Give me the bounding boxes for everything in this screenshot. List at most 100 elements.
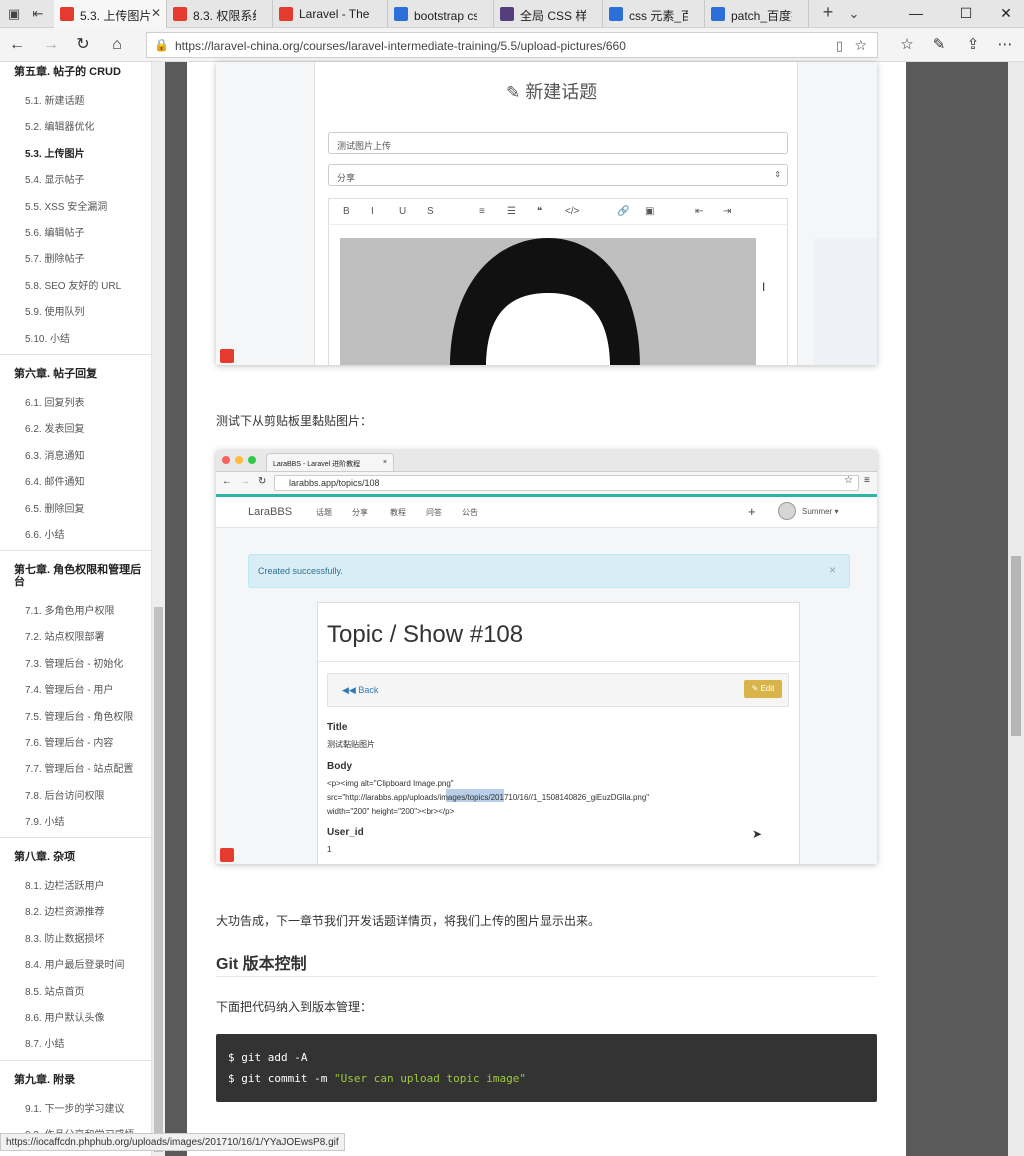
- editor-tool-icon: ≡: [479, 206, 485, 217]
- forward-icon[interactable]: →: [42, 36, 60, 54]
- close-tab-icon[interactable]: ✕: [151, 6, 161, 20]
- close-window-icon[interactable]: ✕: [996, 5, 1016, 22]
- editor-tool-icon: 🔗: [617, 206, 630, 217]
- larabbs-nav-item: 分享: [352, 508, 368, 517]
- sidebar-section-link[interactable]: 7.9. 小结: [25, 813, 64, 828]
- sidebar-section-link[interactable]: 7.3. 管理后台 - 初始化: [25, 655, 123, 670]
- category-select: 分享 ⇕: [328, 164, 788, 186]
- sidebar-section-link[interactable]: 5.6. 编辑帖子: [25, 224, 84, 239]
- maximize-icon[interactable]: ☐: [956, 5, 976, 22]
- sidebar-section-link[interactable]: 5.3. 上传图片: [25, 145, 84, 160]
- sidebar-section-link[interactable]: 5.2. 编辑器优化: [25, 118, 94, 133]
- chapter-divider: [0, 1060, 151, 1061]
- back-icon[interactable]: ←: [8, 36, 26, 54]
- favorite-star-icon[interactable]: ☆: [854, 37, 867, 54]
- sidebar-section-link[interactable]: 6.4. 邮件通知: [25, 473, 84, 488]
- sidebar-section-link[interactable]: 6.2. 发表回复: [25, 420, 84, 435]
- sidebar-section-link[interactable]: 7.7. 管理后台 - 站点配置: [25, 760, 133, 775]
- sidebar-section-link[interactable]: 6.5. 删除回复: [25, 500, 84, 515]
- home-icon[interactable]: ⌂: [108, 36, 126, 54]
- browser-tab[interactable]: 8.3. 权限系统 |: [167, 0, 273, 28]
- tab-title: css 元素_百度搜: [629, 9, 688, 23]
- sidebar-section-link[interactable]: 8.4. 用户最后登录时间: [25, 956, 124, 971]
- larabbs-navbar: LaraBBS 话题 分享 教程 问答 公告 + Summer ▾: [216, 494, 877, 528]
- topic-actions: ◀◀ Back ✎ Edit: [327, 673, 789, 707]
- sidebar-section-link[interactable]: 6.1. 回复列表: [25, 394, 84, 409]
- chapter-divider: [0, 837, 151, 838]
- sidebar-section-link[interactable]: 7.5. 管理后台 - 角色权限: [25, 708, 133, 723]
- minimize-icon[interactable]: —: [906, 5, 926, 21]
- larabbs-nav-item: 话题: [316, 508, 332, 517]
- web-note-icon[interactable]: ✎: [930, 36, 948, 54]
- tab-title: 全局 CSS 样式 ·: [520, 9, 586, 23]
- topic-heading: Topic / Show #108: [327, 621, 524, 648]
- user-menu: Summer ▾: [802, 507, 839, 516]
- sidebar-section-link[interactable]: 7.8. 后台访问权限: [25, 787, 104, 802]
- sidebar-section-link[interactable]: 5.5. XSS 安全漏洞: [25, 198, 107, 213]
- tab-title: 5.3. 上传图片: [80, 9, 150, 23]
- sidebar-section-link[interactable]: 5.1. 新建话题: [25, 92, 84, 107]
- sidebar-section-link[interactable]: 8.5. 站点首页: [25, 983, 84, 998]
- tab-favicon-icon: [394, 7, 408, 21]
- browser-tab[interactable]: 5.3. 上传图片 ✕: [54, 0, 167, 28]
- sidebar-scroll-thumb[interactable]: [154, 607, 163, 1152]
- more-icon[interactable]: ⋯: [996, 36, 1014, 54]
- sidebar-section-link[interactable]: 8.6. 用户默认头像: [25, 1009, 104, 1024]
- topic-screenshot: LaraBBS - Laravel 进阶教程 × ← → ↻ larabbs.a…: [216, 450, 877, 864]
- set-aside-tabs-icon[interactable]: ⇤: [30, 6, 46, 22]
- code-line: $ git commit -m "User can upload topic i…: [228, 1072, 527, 1085]
- sidebar-section-link[interactable]: 5.9. 使用队列: [25, 303, 84, 318]
- chapter-title: 第七章. 角色权限和管理后台: [14, 564, 142, 588]
- sidebar-section-link[interactable]: 9.1. 下一步的学习建议: [25, 1100, 124, 1115]
- browser-tab[interactable]: patch_百度搜索: [705, 0, 809, 28]
- tab-manager-icon[interactable]: ▣: [6, 6, 22, 22]
- page-gutter-left: [165, 62, 187, 1156]
- sidebar-section-link[interactable]: 6.6. 小结: [25, 526, 64, 541]
- sidebar-section-link[interactable]: 8.2. 边栏资源推荐: [25, 903, 104, 918]
- chapter-divider: [0, 550, 151, 551]
- browser-tab[interactable]: bootstrap css_百: [388, 0, 494, 28]
- sidebar-section-link[interactable]: 6.3. 消息通知: [25, 447, 84, 462]
- code-line: $ git add -A: [228, 1051, 308, 1064]
- browser-tab[interactable]: css 元素_百度搜: [603, 0, 705, 28]
- editor-tool-icon: ▣: [645, 206, 655, 217]
- page-scroll-thumb[interactable]: [1011, 556, 1021, 736]
- chapter-title: 第六章. 帖子回复: [14, 368, 98, 380]
- sidebar-section-link[interactable]: 5.10. 小结: [25, 330, 70, 345]
- page-gutter-right: [906, 62, 1008, 1156]
- tab-title: 8.3. 权限系统 |: [193, 9, 256, 23]
- sidebar-section-link[interactable]: 7.1. 多角色用户权限: [25, 602, 114, 617]
- edit-button: ✎ Edit: [744, 680, 782, 698]
- chapter-title: 第五章. 帖子的 CRUD: [14, 66, 121, 78]
- sidebar-section-link[interactable]: 7.2. 站点权限部署: [25, 628, 104, 643]
- share-icon[interactable]: ⇪: [964, 36, 982, 54]
- alert-close-icon: ×: [829, 563, 837, 577]
- sidebar-section-link[interactable]: 8.3. 防止数据损坏: [25, 930, 104, 945]
- title-label: Title: [327, 722, 348, 733]
- page-scrollbar[interactable]: [1008, 62, 1024, 1156]
- course-sidebar: 第五章. 帖子的 CRUD 5.1. 新建话题 5.2. 编辑器优化 5.3. 上传图…: [0, 62, 152, 1156]
- sidebar-section-link[interactable]: 8.1. 边栏活跃用户: [25, 877, 104, 892]
- brand-logo: LaraBBS: [248, 506, 293, 518]
- browser-tab[interactable]: Laravel - The PH: [273, 0, 388, 28]
- sidebar-section-link[interactable]: 8.7. 小结: [25, 1035, 64, 1050]
- title-value: 测试黏贴图片: [327, 740, 375, 749]
- favorites-hub-icon[interactable]: ☆: [898, 36, 916, 54]
- tab-favicon-icon: [711, 7, 725, 21]
- refresh-icon[interactable]: ↻: [74, 36, 92, 54]
- editor-tool-icon: </>: [565, 206, 580, 217]
- sidebar-scrollbar[interactable]: [152, 62, 165, 1156]
- new-tab-icon[interactable]: +: [820, 3, 836, 21]
- topic-card: Topic / Show #108 ◀◀ Back ✎ Edit Title 测…: [317, 602, 800, 864]
- sidebar-section-link[interactable]: 5.8. SEO 友好的 URL: [25, 277, 121, 292]
- tab-bar: ▣ ⇤ 5.3. 上传图片✕8.3. 权限系统 |Laravel - The P…: [0, 0, 1024, 28]
- browser-tab[interactable]: 全局 CSS 样式 ·: [494, 0, 603, 28]
- sidebar-section-link[interactable]: 7.4. 管理后台 - 用户: [25, 681, 113, 696]
- tab-list-chevron-icon[interactable]: ⌄: [846, 6, 862, 22]
- sidebar-section-link[interactable]: 7.6. 管理后台 - 内容: [25, 734, 113, 749]
- sidebar-section-link[interactable]: 5.4. 显示帖子: [25, 171, 84, 186]
- url-field[interactable]: 🔒 https://laravel-china.org/courses/lara…: [146, 32, 878, 58]
- reading-view-icon[interactable]: ▯: [836, 38, 843, 54]
- sidebar-section-link[interactable]: 5.7. 删除帖子: [25, 250, 84, 265]
- new-topic-heading: ✎ 新建话题: [506, 82, 598, 102]
